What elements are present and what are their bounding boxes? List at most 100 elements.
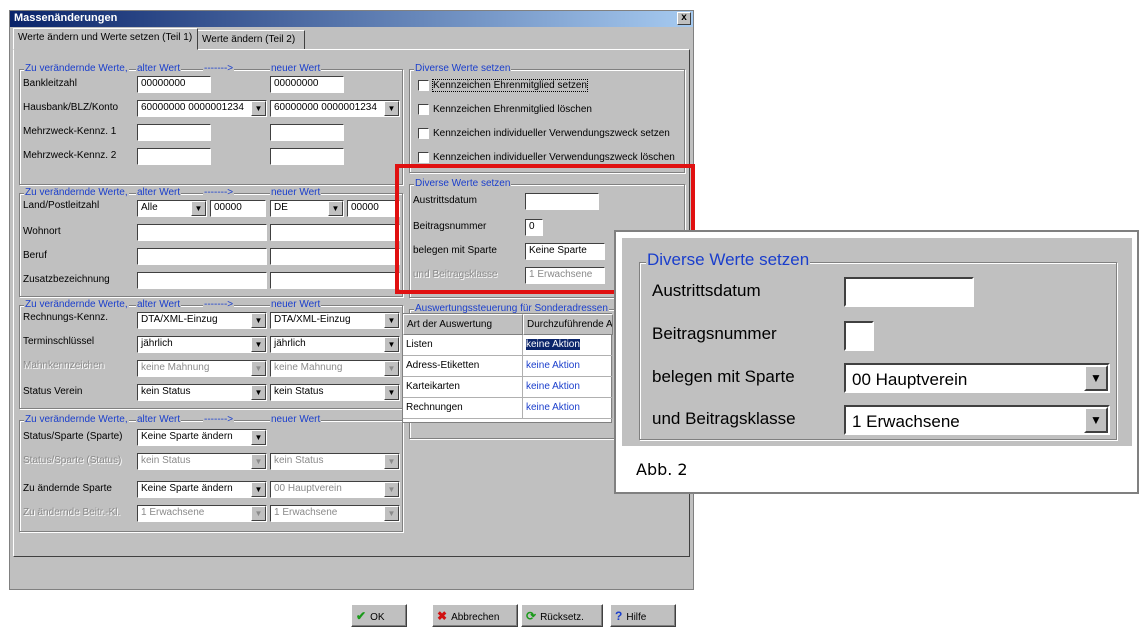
field-label: Terminschlüssel	[23, 336, 95, 347]
field-label: Status/Sparte (Status)	[23, 455, 122, 466]
x-icon: ✖	[437, 609, 448, 623]
status-old-select[interactable]: kein Status ▼	[137, 384, 267, 401]
beruf-old-input[interactable]	[137, 248, 267, 265]
zoom-beitragsklasse-select: 1 Erwachsene ▼	[844, 405, 1110, 435]
beitragsklasse-new-select: 1 Erwachsene ▼	[270, 505, 400, 522]
help-icon: ?	[615, 609, 623, 623]
sparte-old-select[interactable]: Keine Sparte ändern ▼	[137, 429, 267, 446]
mehrzweck2-old-input[interactable]	[137, 148, 211, 165]
table-cell-action[interactable]: keine Aktion	[523, 377, 613, 398]
table-cell: Adress-Etiketten	[403, 356, 523, 377]
group-label: Diverse Werte setzen	[414, 63, 512, 74]
table-cell-action[interactable]: keine Aktion	[523, 356, 613, 377]
checkbox-box[interactable]	[418, 128, 429, 139]
new-value-header: neuer Wert	[270, 299, 322, 310]
mehrzweck2-new-input[interactable]	[270, 148, 344, 165]
select-value: jährlich	[141, 338, 173, 349]
select-value: kein Status	[141, 455, 191, 466]
select-value: 1 Erwachsene	[274, 507, 338, 518]
chevron-down-icon[interactable]: ▼	[384, 313, 399, 328]
land-new-select[interactable]: DE ▼	[270, 200, 344, 217]
close-button[interactable]: x	[677, 12, 691, 25]
field-label: Zu ändernde Beitr.-Kl.	[23, 507, 121, 518]
zu-aendernde-sparte-select[interactable]: Keine Sparte ändern ▼	[137, 481, 267, 498]
select-value: 1 Erwachsene	[852, 412, 960, 431]
chevron-down-icon[interactable]: ▼	[251, 385, 266, 400]
tab-part1[interactable]: Werte ändern und Werte setzen (Teil 1)	[13, 28, 198, 50]
reset-button[interactable]: ⟳ Rücksetz.	[521, 604, 603, 627]
termin-old-select[interactable]: jährlich ▼	[137, 336, 267, 353]
chevron-down-icon[interactable]: ▼	[384, 385, 399, 400]
rechnung-old-select[interactable]: DTA/XML-Einzug ▼	[137, 312, 267, 329]
window-title: Massenänderungen	[14, 12, 118, 24]
hausbank-new-select[interactable]: 60000000 0000001234 ▼	[270, 100, 400, 117]
select-value: 1 Erwachsene	[141, 507, 205, 518]
help-button[interactable]: ? Hilfe	[610, 604, 676, 627]
chevron-down-icon: ▼	[384, 506, 399, 521]
field-label: und Beitragsklasse	[652, 409, 796, 428]
chevron-down-icon[interactable]: ▼	[251, 482, 266, 497]
wohnort-new-input[interactable]	[270, 224, 400, 241]
mehrzweck1-old-input[interactable]	[137, 124, 211, 141]
chevron-down-icon[interactable]: ▼	[328, 201, 343, 216]
chevron-down-icon: ▼	[1084, 407, 1108, 433]
cancel-button[interactable]: ✖ Abbrechen	[432, 604, 518, 627]
select-value: Keine Sparte ändern	[141, 483, 233, 494]
old-value-header: alter Wert	[136, 63, 182, 74]
zusatz-new-input[interactable]	[270, 272, 400, 289]
status-new-select[interactable]: kein Status ▼	[270, 384, 400, 401]
checkbox-label: Kennzeichen individueller Verwendungszwe…	[433, 152, 675, 164]
chevron-down-icon: ▼	[251, 454, 266, 469]
column-header: Art der Auswertung	[403, 314, 523, 335]
checkbox-label: Kennzeichen individueller Verwendungszwe…	[433, 128, 670, 140]
bankleitzahl-new-input[interactable]: 00000000	[270, 76, 344, 93]
beruf-new-input[interactable]	[270, 248, 400, 265]
select-value: kein Status	[274, 455, 324, 466]
rechnung-new-select[interactable]: DTA/XML-Einzug ▼	[270, 312, 400, 329]
checkbox-box[interactable]	[418, 104, 429, 115]
plz-new-input[interactable]: 00000	[347, 200, 400, 217]
arrow-header: ------->	[203, 63, 235, 74]
select-value: 60000000 0000001234	[274, 102, 377, 113]
chevron-down-icon[interactable]: ▼	[251, 337, 266, 352]
figure-caption: Abb. 2	[636, 460, 688, 479]
tab-part2[interactable]: Werte ändern (Teil 2)	[197, 30, 305, 50]
checkbox-box[interactable]	[418, 80, 429, 91]
field-label: Zusatzbezeichnung	[23, 274, 110, 285]
chevron-down-icon[interactable]: ▼	[384, 101, 399, 116]
chevron-down-icon[interactable]: ▼	[251, 430, 266, 445]
ok-button[interactable]: ✔ OK	[351, 604, 407, 627]
zoom-sparte-select: 00 Hauptverein ▼	[844, 363, 1110, 393]
checkbox-ehrenmitglied-setzen[interactable]: Kennzeichen Ehrenmitglied setzen	[418, 79, 588, 93]
field-label: Status Verein	[23, 386, 83, 397]
chevron-down-icon[interactable]: ▼	[251, 101, 266, 116]
mass-change-window: Massenänderungen x Werte ändern und Wert…	[9, 10, 694, 627]
select-value: 60000000 0000001234	[141, 102, 244, 113]
zoom-panel: Diverse Werte setzen Austrittsdatum Beit…	[622, 238, 1132, 446]
chevron-down-icon[interactable]: ▼	[384, 337, 399, 352]
field-label: Hausbank/BLZ/Konto	[23, 102, 119, 113]
mehrzweck1-new-input[interactable]	[270, 124, 344, 141]
termin-new-select[interactable]: jährlich ▼	[270, 336, 400, 353]
checkmark-icon: ✔	[356, 609, 367, 623]
button-label: Hilfe	[626, 612, 647, 623]
bankleitzahl-old-input[interactable]: 00000000	[137, 76, 211, 93]
land-old-select[interactable]: Alle ▼	[137, 200, 207, 217]
old-value-header: alter Wert	[136, 187, 182, 198]
chevron-down-icon: ▼	[384, 482, 399, 497]
chevron-down-icon[interactable]: ▼	[251, 313, 266, 328]
checkbox-verwendungszweck-loeschen[interactable]: Kennzeichen individueller Verwendungszwe…	[418, 152, 675, 163]
wohnort-old-input[interactable]	[137, 224, 267, 241]
table-cell-action[interactable]: keine Aktion	[523, 335, 613, 356]
button-label: Abbrechen	[451, 612, 500, 623]
table-cell-action[interactable]: keine Aktion	[523, 398, 613, 419]
select-value: DTA/XML-Einzug	[141, 314, 218, 325]
checkbox-box[interactable]	[418, 152, 429, 163]
chevron-down-icon[interactable]: ▼	[191, 201, 206, 216]
new-value-header: neuer Wert	[270, 414, 322, 425]
checkbox-verwendungszweck-setzen[interactable]: Kennzeichen individueller Verwendungszwe…	[418, 128, 670, 139]
zusatz-old-input[interactable]	[137, 272, 267, 289]
checkbox-ehrenmitglied-loeschen[interactable]: Kennzeichen Ehrenmitglied löschen	[418, 104, 592, 115]
hausbank-old-select[interactable]: 60000000 0000001234 ▼	[137, 100, 267, 117]
plz-old-input[interactable]: 00000	[210, 200, 266, 217]
